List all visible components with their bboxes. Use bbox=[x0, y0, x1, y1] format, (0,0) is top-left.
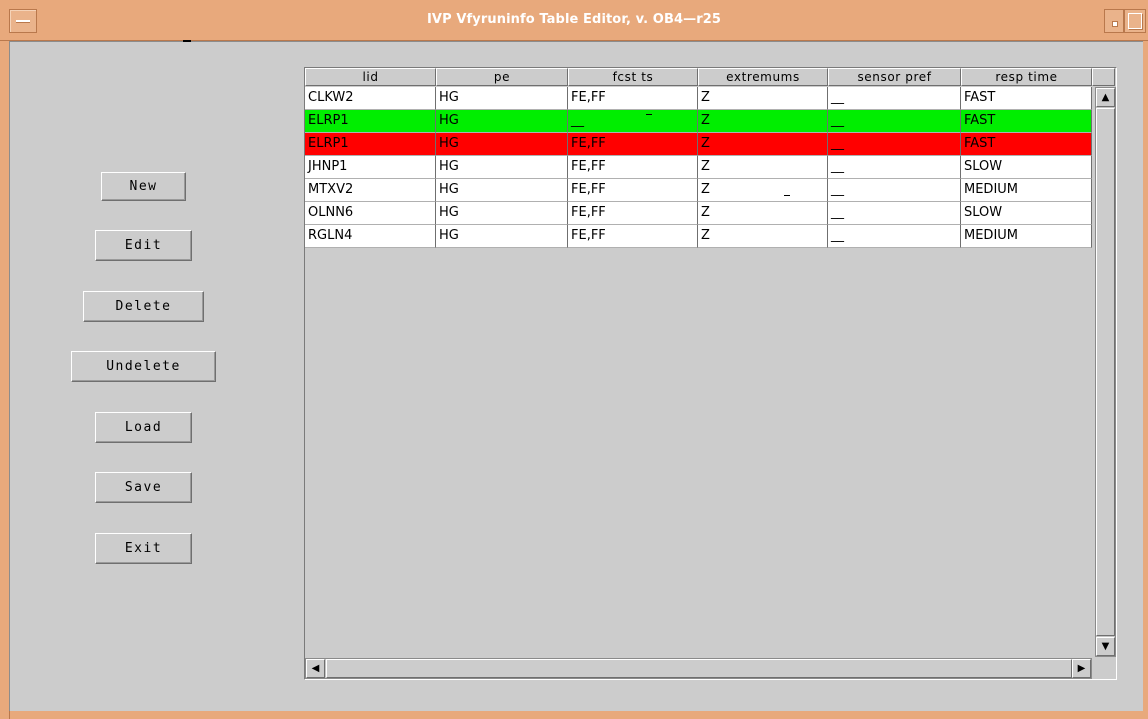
arrow-up-icon[interactable]: ▲ bbox=[1096, 88, 1115, 107]
column-header-sensor-pref[interactable]: sensor pref bbox=[828, 68, 961, 86]
window-title: IVP Vfyruninfo Table Editor, v. OB4—r25 bbox=[427, 12, 721, 27]
cell-fcst-ts[interactable]: FE,FF bbox=[568, 133, 698, 156]
cell-resp-time[interactable]: MEDIUM bbox=[961, 225, 1092, 248]
horizontal-scroll-thumb[interactable] bbox=[326, 659, 1072, 678]
minimize-icon[interactable] bbox=[1104, 9, 1124, 33]
cell-lid[interactable]: JHNP1 bbox=[305, 156, 436, 179]
cell-resp-time[interactable]: MEDIUM bbox=[961, 179, 1092, 202]
cell-sensor-pref[interactable]: __ bbox=[828, 133, 961, 156]
vertical-scrollbar[interactable]: ▲ ▼ bbox=[1095, 87, 1116, 657]
cell-lid[interactable]: ELRP1 bbox=[305, 110, 436, 133]
cell-resp-time[interactable]: FAST bbox=[961, 87, 1092, 110]
cell-fcst-ts[interactable]: FE,FF bbox=[568, 202, 698, 225]
cell-fcst-ts[interactable]: FE,FF bbox=[568, 87, 698, 110]
cell-lid[interactable]: OLNN6 bbox=[305, 202, 436, 225]
cell-extremums[interactable]: Z bbox=[698, 202, 828, 225]
cell-sensor-pref[interactable]: __ bbox=[828, 202, 961, 225]
cell-fcst-ts[interactable]: FE,FF bbox=[568, 179, 698, 202]
arrow-left-icon[interactable]: ◀ bbox=[306, 659, 325, 678]
cell-resp-time[interactable]: SLOW bbox=[961, 156, 1092, 179]
cell-extremums[interactable]: Z bbox=[698, 133, 828, 156]
arrow-right-icon[interactable]: ▶ bbox=[1072, 659, 1091, 678]
load-button[interactable]: Load bbox=[95, 412, 192, 443]
horizontal-scrollbar[interactable]: ◀ ▶ bbox=[305, 658, 1092, 679]
edit-button[interactable]: Edit bbox=[95, 230, 192, 261]
maximize-icon[interactable] bbox=[1124, 9, 1146, 33]
focus-mark bbox=[183, 40, 191, 42]
cell-lid[interactable]: ELRP1 bbox=[305, 133, 436, 156]
arrow-down-icon[interactable]: ▼ bbox=[1096, 637, 1115, 656]
cell-extremums[interactable]: Z bbox=[698, 87, 828, 110]
column-header-lid[interactable]: lid bbox=[305, 68, 436, 86]
vertical-scroll-thumb[interactable] bbox=[1096, 108, 1115, 636]
cell-fcst-ts[interactable]: FE,FF bbox=[568, 156, 698, 179]
column-header-pe[interactable]: pe bbox=[436, 68, 568, 86]
cell-pe[interactable]: HG bbox=[436, 133, 568, 156]
new-button[interactable]: New bbox=[101, 172, 186, 201]
cell-resp-time[interactable]: FAST bbox=[961, 110, 1092, 133]
cell-sensor-pref[interactable]: __ bbox=[828, 110, 961, 133]
cell-sensor-pref[interactable]: __ bbox=[828, 225, 961, 248]
cell-fcst-ts[interactable]: __ bbox=[568, 110, 698, 133]
undelete-button[interactable]: Undelete bbox=[71, 351, 216, 382]
cell-pe[interactable]: HG bbox=[436, 110, 568, 133]
app-window: IVP Vfyruninfo Table Editor, v. OB4—r25 … bbox=[0, 0, 1148, 719]
cell-pe[interactable]: HG bbox=[436, 202, 568, 225]
table-row[interactable]: JHNP1 HG FE,FF Z __ SLOW bbox=[305, 156, 1092, 179]
cell-pe[interactable]: HG bbox=[436, 179, 568, 202]
cursor-mark bbox=[784, 195, 790, 196]
table-row[interactable]: ELRP1 HG __ Z __ FAST bbox=[305, 110, 1092, 133]
table-row[interactable]: RGLN4 HG FE,FF Z __ MEDIUM bbox=[305, 225, 1092, 248]
column-header-resp-time[interactable]: resp time bbox=[961, 68, 1092, 86]
cell-extremums[interactable]: Z bbox=[698, 179, 828, 202]
cell-pe[interactable]: HG bbox=[436, 87, 568, 110]
column-header-fcst-ts[interactable]: fcst ts bbox=[568, 68, 698, 86]
table-row[interactable]: CLKW2 HG FE,FF Z __ FAST bbox=[305, 87, 1092, 110]
cell-extremums[interactable]: Z bbox=[698, 225, 828, 248]
cell-lid[interactable]: MTXV2 bbox=[305, 179, 436, 202]
table-row[interactable]: OLNN6 HG FE,FF Z __ SLOW bbox=[305, 202, 1092, 225]
cell-resp-time[interactable]: FAST bbox=[961, 133, 1092, 156]
cell-pe[interactable]: HG bbox=[436, 225, 568, 248]
table-row[interactable]: MTXV2 HG FE,FF Z __ MEDIUM bbox=[305, 179, 1092, 202]
cell-lid[interactable]: RGLN4 bbox=[305, 225, 436, 248]
cell-resp-time[interactable]: SLOW bbox=[961, 202, 1092, 225]
title-bar[interactable]: IVP Vfyruninfo Table Editor, v. OB4—r25 bbox=[0, 0, 1148, 41]
cell-sensor-pref[interactable]: __ bbox=[828, 87, 961, 110]
table-row[interactable]: ELRP1 HG FE,FF Z __ FAST bbox=[305, 133, 1092, 156]
delete-button[interactable]: Delete bbox=[83, 291, 204, 322]
cell-sensor-pref[interactable]: __ bbox=[828, 156, 961, 179]
cell-lid[interactable]: CLKW2 bbox=[305, 87, 436, 110]
exit-button[interactable]: Exit bbox=[95, 533, 192, 564]
cell-extremums[interactable]: Z bbox=[698, 156, 828, 179]
cell-pe[interactable]: HG bbox=[436, 156, 568, 179]
cell-fcst-ts[interactable]: FE,FF bbox=[568, 225, 698, 248]
column-header-extremums[interactable]: extremums bbox=[698, 68, 828, 86]
cursor-mark bbox=[646, 114, 652, 115]
save-button[interactable]: Save bbox=[95, 472, 192, 503]
column-header-corner bbox=[1092, 68, 1115, 86]
cell-sensor-pref[interactable]: __ bbox=[828, 179, 961, 202]
cell-extremums[interactable]: Z bbox=[698, 110, 828, 133]
